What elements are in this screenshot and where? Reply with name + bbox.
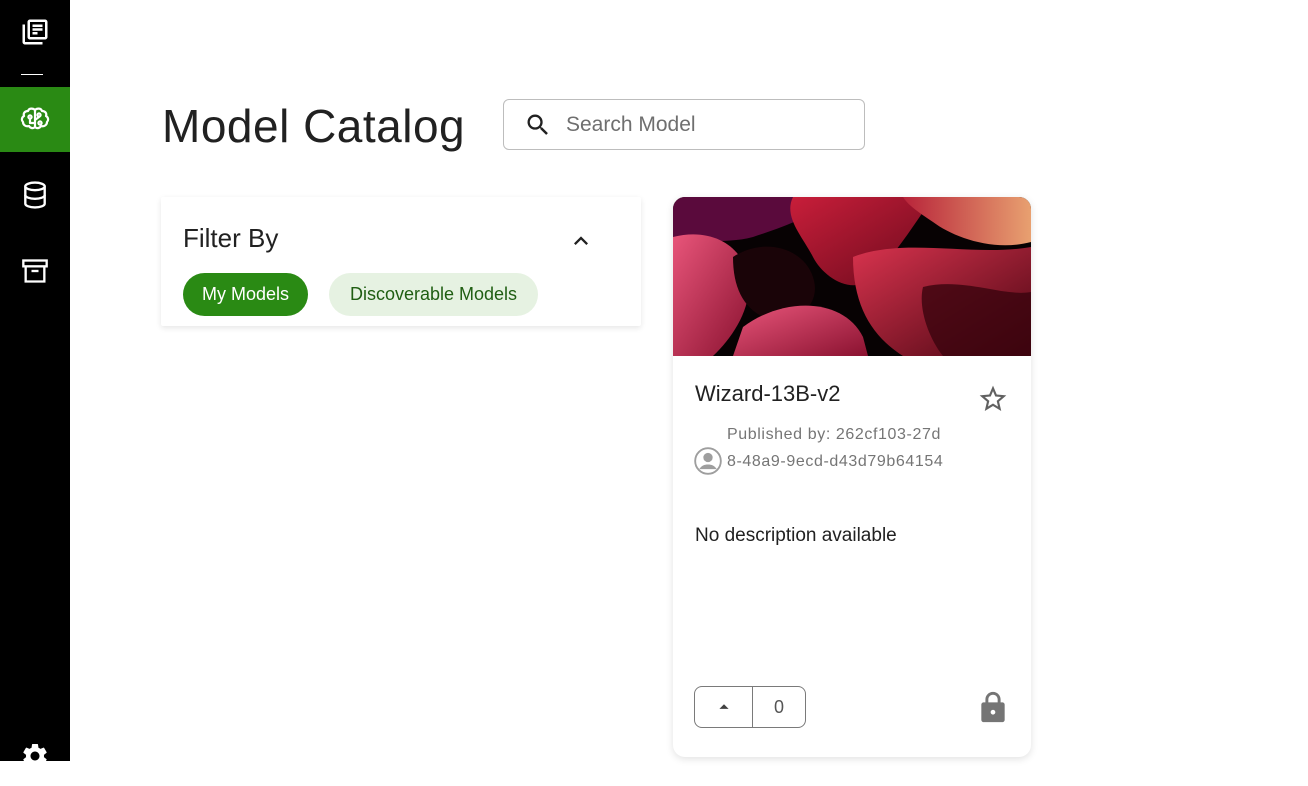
model-card[interactable]: Wizard-13B-v2 Published by: 262cf103-27d… xyxy=(673,197,1031,757)
search-input[interactable] xyxy=(564,111,848,138)
lock-icon xyxy=(981,691,1005,723)
avatar-icon xyxy=(694,447,722,475)
sidebar-item-settings[interactable] xyxy=(0,726,70,786)
filter-title: Filter By xyxy=(183,223,279,253)
published-by: Published by: 262cf103-27d8-48a9-9ecd-d4… xyxy=(727,426,944,470)
brain-icon xyxy=(20,107,50,129)
sidebar-item-datasets[interactable] xyxy=(0,165,70,225)
model-title[interactable]: Wizard-13B-v2 xyxy=(695,381,840,407)
sidebar xyxy=(0,0,70,768)
sidebar-item-archive[interactable] xyxy=(0,241,70,301)
sidebar-divider xyxy=(21,74,43,75)
vote-group: 0 xyxy=(694,686,806,728)
filter-panel: Filter By My Models Discoverable Models xyxy=(161,197,641,326)
chip-discoverable-models[interactable]: Discoverable Models xyxy=(329,273,538,316)
page-title: Model Catalog xyxy=(162,100,466,152)
library-icon xyxy=(22,19,48,45)
model-description: No description available xyxy=(695,525,897,546)
search-box[interactable] xyxy=(503,99,865,150)
vote-count: 0 xyxy=(773,696,784,717)
arrow-up-icon xyxy=(718,704,729,709)
archive-icon xyxy=(22,259,48,283)
chevron-up-icon xyxy=(574,236,588,245)
search-icon xyxy=(527,114,548,135)
gear-icon xyxy=(23,744,47,768)
star-icon[interactable] xyxy=(977,383,1009,415)
database-icon xyxy=(24,181,46,209)
chip-my-models[interactable]: My Models xyxy=(183,273,308,316)
sidebar-item-library[interactable] xyxy=(0,2,70,62)
collapse-filter-button[interactable] xyxy=(567,227,595,255)
sidebar-item-models[interactable] xyxy=(0,87,70,152)
upvote-button[interactable] xyxy=(695,687,753,727)
card-cover-image xyxy=(673,197,1031,356)
